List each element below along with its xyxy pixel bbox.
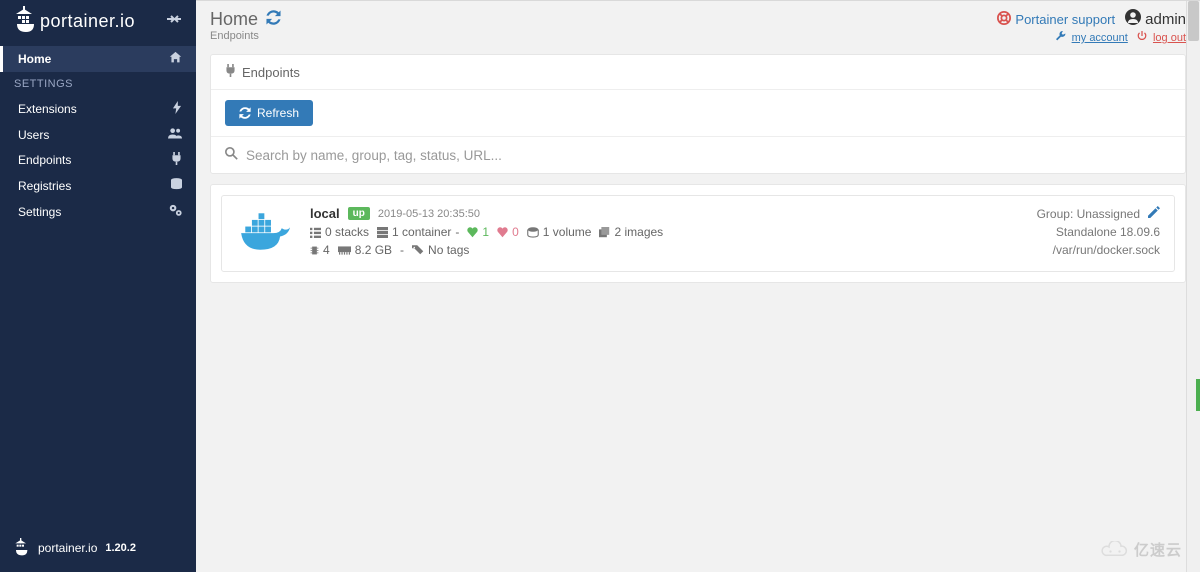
wrench-icon [1056,32,1066,44]
docker-icon [236,206,296,261]
cloud-icon [1100,541,1130,559]
endpoint-name: local [310,206,340,221]
endpoint-card-local[interactable]: local up 2019-05-13 20:35:50 0 stacks 1 … [221,195,1175,272]
plug-icon [225,64,236,80]
main: Home Endpoints Portainer support admin [196,0,1200,572]
endpoint-group: Group: Unassigned [1037,207,1140,221]
footer-brand: portainer.io [38,541,97,555]
cpu-stat: 4 [310,243,330,257]
stacks-stat: 0 stacks [310,225,369,239]
unhealthy-stat: 0 [497,225,519,239]
endpoint-socket: /var/run/docker.sock [1053,243,1160,257]
watermark: 亿速云 [1100,539,1182,560]
sidebar-section-settings: SETTINGS [0,72,196,96]
heartbeat-icon [467,227,478,238]
refresh-button[interactable]: Refresh [225,100,313,126]
database-icon [171,178,182,194]
life-ring-icon [997,11,1011,28]
sidebar-item-extensions[interactable]: Extensions [0,96,196,122]
my-account-link[interactable]: my account [1072,32,1128,44]
status-badge: up [348,207,370,220]
clone-icon [599,227,610,238]
users-icon [168,127,182,142]
sidebar-item-endpoints[interactable]: Endpoints [0,147,196,173]
sidebar-item-settings[interactable]: Settings [0,199,196,225]
bolt-icon [172,101,182,117]
accent-marker [1196,379,1200,411]
version: 1.20.2 [105,542,136,554]
gears-icon [169,204,182,220]
endpoints-panel: Endpoints Refresh [210,54,1186,174]
sidebar-footer: portainer.io 1.20.2 [0,528,196,572]
volumes-stat: 1 volume [527,225,592,239]
support-link[interactable]: Portainer support [997,11,1115,28]
user-chip[interactable]: admin [1125,9,1186,29]
server-icon [377,227,388,238]
endpoint-list: local up 2019-05-13 20:35:50 0 stacks 1 … [210,184,1186,283]
page-title: Home [210,9,258,30]
pencil-icon[interactable] [1148,206,1160,221]
endpoint-engine: Standalone 18.09.6 [1056,225,1160,239]
scrollbar-thumb[interactable] [1188,1,1199,41]
memory-icon [338,246,351,255]
hdd-icon [527,227,539,238]
list-icon [310,227,321,238]
logout-link[interactable]: log out [1153,32,1186,44]
portainer-icon [14,6,38,36]
username: admin [1145,11,1186,28]
memory-stat: 8.2 GB [338,243,392,257]
healthy-stat: 1 [467,225,489,239]
endpoint-timestamp: 2019-05-13 20:35:50 [378,208,480,220]
sidebar-item-home[interactable]: Home [0,46,196,72]
plug-icon [171,152,182,168]
refresh-icon[interactable] [266,10,281,30]
sidebar-nav: Home SETTINGS Extensions Users Endpoints… [0,46,196,528]
tags-stat: No tags [412,243,469,257]
page-subtitle: Endpoints [210,30,281,42]
panel-header: Endpoints [211,55,1185,90]
scrollbar[interactable] [1186,1,1200,572]
microchip-icon [310,245,319,256]
images-stat: 2 images [599,225,663,239]
home-icon [169,51,182,67]
sidebar: portainer.io Home SETTINGS Extensions Us… [0,0,196,572]
sidebar-collapse-icon[interactable] [166,12,182,31]
brand-logo[interactable]: portainer.io [14,6,135,36]
containers-stat: 1 container - [377,225,459,239]
power-icon [1137,32,1147,44]
tags-icon [412,245,424,256]
panel-title: Endpoints [242,65,300,80]
sidebar-item-registries[interactable]: Registries [0,173,196,199]
user-icon [1125,9,1141,29]
refresh-icon [239,107,251,119]
heartbeat-icon [497,227,508,238]
sidebar-item-users[interactable]: Users [0,122,196,147]
search-input[interactable] [246,148,1171,163]
search-icon [225,147,238,163]
portainer-small-icon [14,538,30,558]
brand-text: portainer.io [40,11,135,32]
